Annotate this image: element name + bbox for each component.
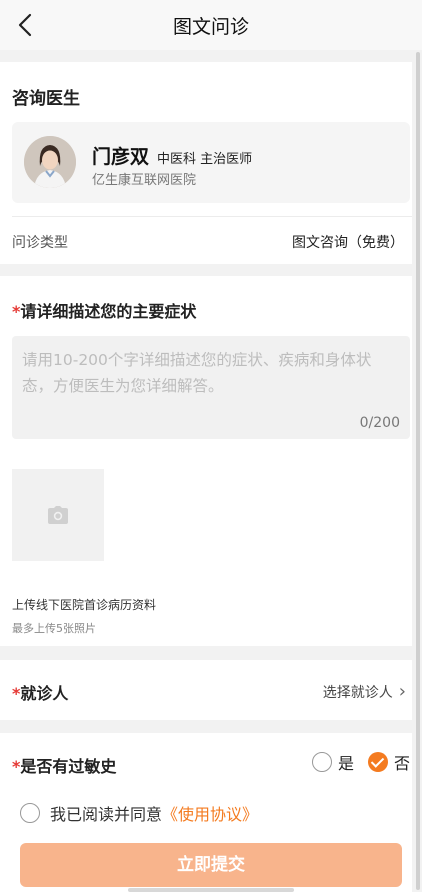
doctor-avatar <box>24 136 76 188</box>
agreement-text: 我已阅读并同意 <box>50 805 163 824</box>
symptoms-textarea[interactable]: 请用10-200个字详细描述您的症状、疾病和身体状态，方便医生为您详细解答。 0… <box>12 336 410 439</box>
upload-hint: 最多上传5张照片 <box>12 622 96 635</box>
submit-button[interactable]: 立即提交 <box>20 843 402 887</box>
allergy-option-label: 否 <box>393 754 410 773</box>
agreement-link[interactable]: 《使用协议》 <box>162 801 258 825</box>
doctor-section: 咨询医生 门彦双 中医科 主治医师 亿生康互联网医院 问诊类型 图文咨询（免费） <box>0 62 412 264</box>
top-bar: 图文问诊 <box>0 0 422 50</box>
allergy-options: 是 否 <box>298 750 410 774</box>
patient-label-text: 就诊人 <box>20 684 69 703</box>
camera-icon <box>48 506 68 524</box>
photo-upload-button[interactable] <box>12 469 104 561</box>
select-patient-link[interactable]: 选择就诊人 › <box>323 681 406 702</box>
symptoms-placeholder: 请用10-200个字详细描述您的症状、疾病和身体状态，方便医生为您详细解答。 <box>22 351 372 395</box>
section-title-consult-doctor: 咨询医生 <box>12 89 80 109</box>
divider <box>12 216 412 217</box>
agreement-checkbox-row[interactable]: 我已阅读并同意 《使用协议》 <box>20 801 258 825</box>
symptoms-section: *请详细描述您的主要症状 请用10-200个字详细描述您的症状、疾病和身体状态，… <box>0 276 412 646</box>
allergy-label: *是否有过敏史 <box>12 753 116 777</box>
allergy-label-text: 是否有过敏史 <box>20 757 117 776</box>
allergy-section: *是否有过敏史 是 否 我已阅读并同意 《使用协议》 立即提交 <box>0 733 412 892</box>
allergy-option-label: 是 <box>337 754 354 773</box>
scrollbar[interactable] <box>416 52 420 890</box>
doctor-hospital: 亿生康互联网医院 <box>92 173 197 188</box>
home-indicator <box>128 888 294 892</box>
page-title: 图文问诊 <box>172 16 249 38</box>
select-patient-text: 选择就诊人 <box>322 684 393 701</box>
patient-row[interactable]: *就诊人 选择就诊人 › <box>0 660 412 720</box>
radio-button[interactable] <box>311 752 332 772</box>
allergy-option-no[interactable]: 否 <box>367 750 410 774</box>
consult-type-value: 图文咨询（免费） <box>292 235 404 251</box>
doctor-name: 门彦双 <box>92 146 150 168</box>
doctor-title: 中医科 主治医师 <box>157 152 253 167</box>
char-counter: 0/200 <box>359 415 400 431</box>
symptoms-title: *请详细描述您的主要症状 <box>12 298 196 322</box>
doctor-card[interactable]: 门彦双 中医科 主治医师 亿生康互联网医院 <box>12 122 410 203</box>
chevron-right-icon: › <box>398 681 406 702</box>
agreement-checkbox[interactable] <box>20 803 40 823</box>
symptoms-title-text: 请详细描述您的主要症状 <box>20 302 197 321</box>
upload-title: 上传线下医院首诊病历资料 <box>12 598 157 612</box>
allergy-option-yes[interactable]: 是 <box>311 750 354 774</box>
consult-type-label: 问诊类型 <box>12 235 68 251</box>
radio-button-checked[interactable] <box>367 752 388 772</box>
patient-label: *就诊人 <box>12 680 68 704</box>
